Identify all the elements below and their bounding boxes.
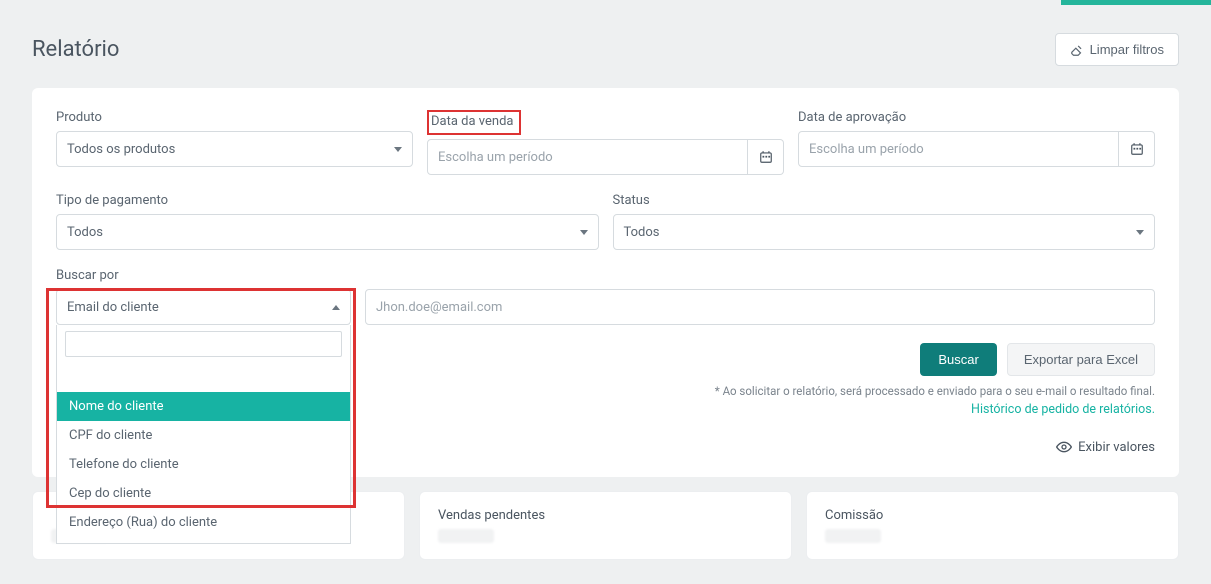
sale-date-input[interactable]: Escolha um período [427,139,748,175]
stat-value-hidden [438,529,494,543]
eye-icon [1056,439,1072,455]
clear-filters-label: Limpar filtros [1090,42,1164,57]
dropdown-option[interactable]: CPF do cliente [57,421,350,450]
show-values-label: Exibir valores [1078,440,1155,455]
dropdown-option[interactable]: Nome do cliente [57,392,350,421]
payment-type-value: Todos [67,225,103,240]
status-label: Status [613,193,1156,208]
dropdown-option[interactable]: Telefone do cliente [57,450,350,479]
export-button[interactable]: Exportar para Excel [1007,343,1155,376]
product-label: Produto [56,110,413,125]
dropdown-search-input[interactable] [65,331,342,357]
chevron-down-icon [1136,230,1144,235]
stat-card-commission: Comissão [806,491,1179,560]
top-accent [1061,0,1211,5]
sale-date-calendar-button[interactable] [748,139,784,175]
payment-type-label: Tipo de pagamento [56,193,599,208]
approval-date-calendar-button[interactable] [1119,131,1155,167]
search-by-select[interactable]: Email do cliente [56,289,351,325]
payment-type-select[interactable]: Todos [56,214,599,250]
status-select[interactable]: Todos [613,214,1156,250]
sale-date-placeholder: Escolha um período [438,150,553,165]
search-by-label: Buscar por [56,268,351,283]
stat-card-pending: Vendas pendentes [419,491,792,560]
search-by-dropdown: Nome do cliente CPF do cliente Telefone … [56,325,351,544]
sale-date-label: Data da venda [427,110,521,135]
approval-date-placeholder: Escolha um período [809,142,924,157]
product-select[interactable]: Todos os produtos [56,131,413,167]
approval-date-input[interactable]: Escolha um período [798,131,1119,167]
dropdown-option[interactable]: Cep do cliente [57,479,350,508]
calendar-icon [759,150,773,164]
eraser-icon [1070,43,1084,57]
search-button[interactable]: Buscar [920,343,996,376]
stat-label-commission: Comissão [825,508,1160,523]
dropdown-option-cut[interactable] [57,537,350,543]
search-by-value: Email do cliente [67,300,159,315]
page-title: Relatório [32,37,119,62]
chevron-down-icon [580,230,588,235]
stat-value-hidden [825,529,881,543]
chevron-up-icon [332,305,340,310]
search-term-input[interactable]: Jhon.doe@email.com [365,289,1155,325]
search-term-label [365,268,1155,283]
chevron-down-icon [394,147,402,152]
search-term-placeholder: Jhon.doe@email.com [376,300,502,315]
status-value: Todos [624,225,660,240]
dropdown-option-cut[interactable] [57,363,350,392]
stat-label-pending: Vendas pendentes [438,508,773,523]
dropdown-option[interactable]: Endereço (Rua) do cliente [57,508,350,537]
approval-date-label: Data de aprovação [798,110,1155,125]
clear-filters-button[interactable]: Limpar filtros [1055,33,1179,66]
filters-card: Produto Todos os produtos Data da venda … [32,88,1179,477]
product-value: Todos os produtos [67,142,175,157]
calendar-icon [1130,142,1144,156]
